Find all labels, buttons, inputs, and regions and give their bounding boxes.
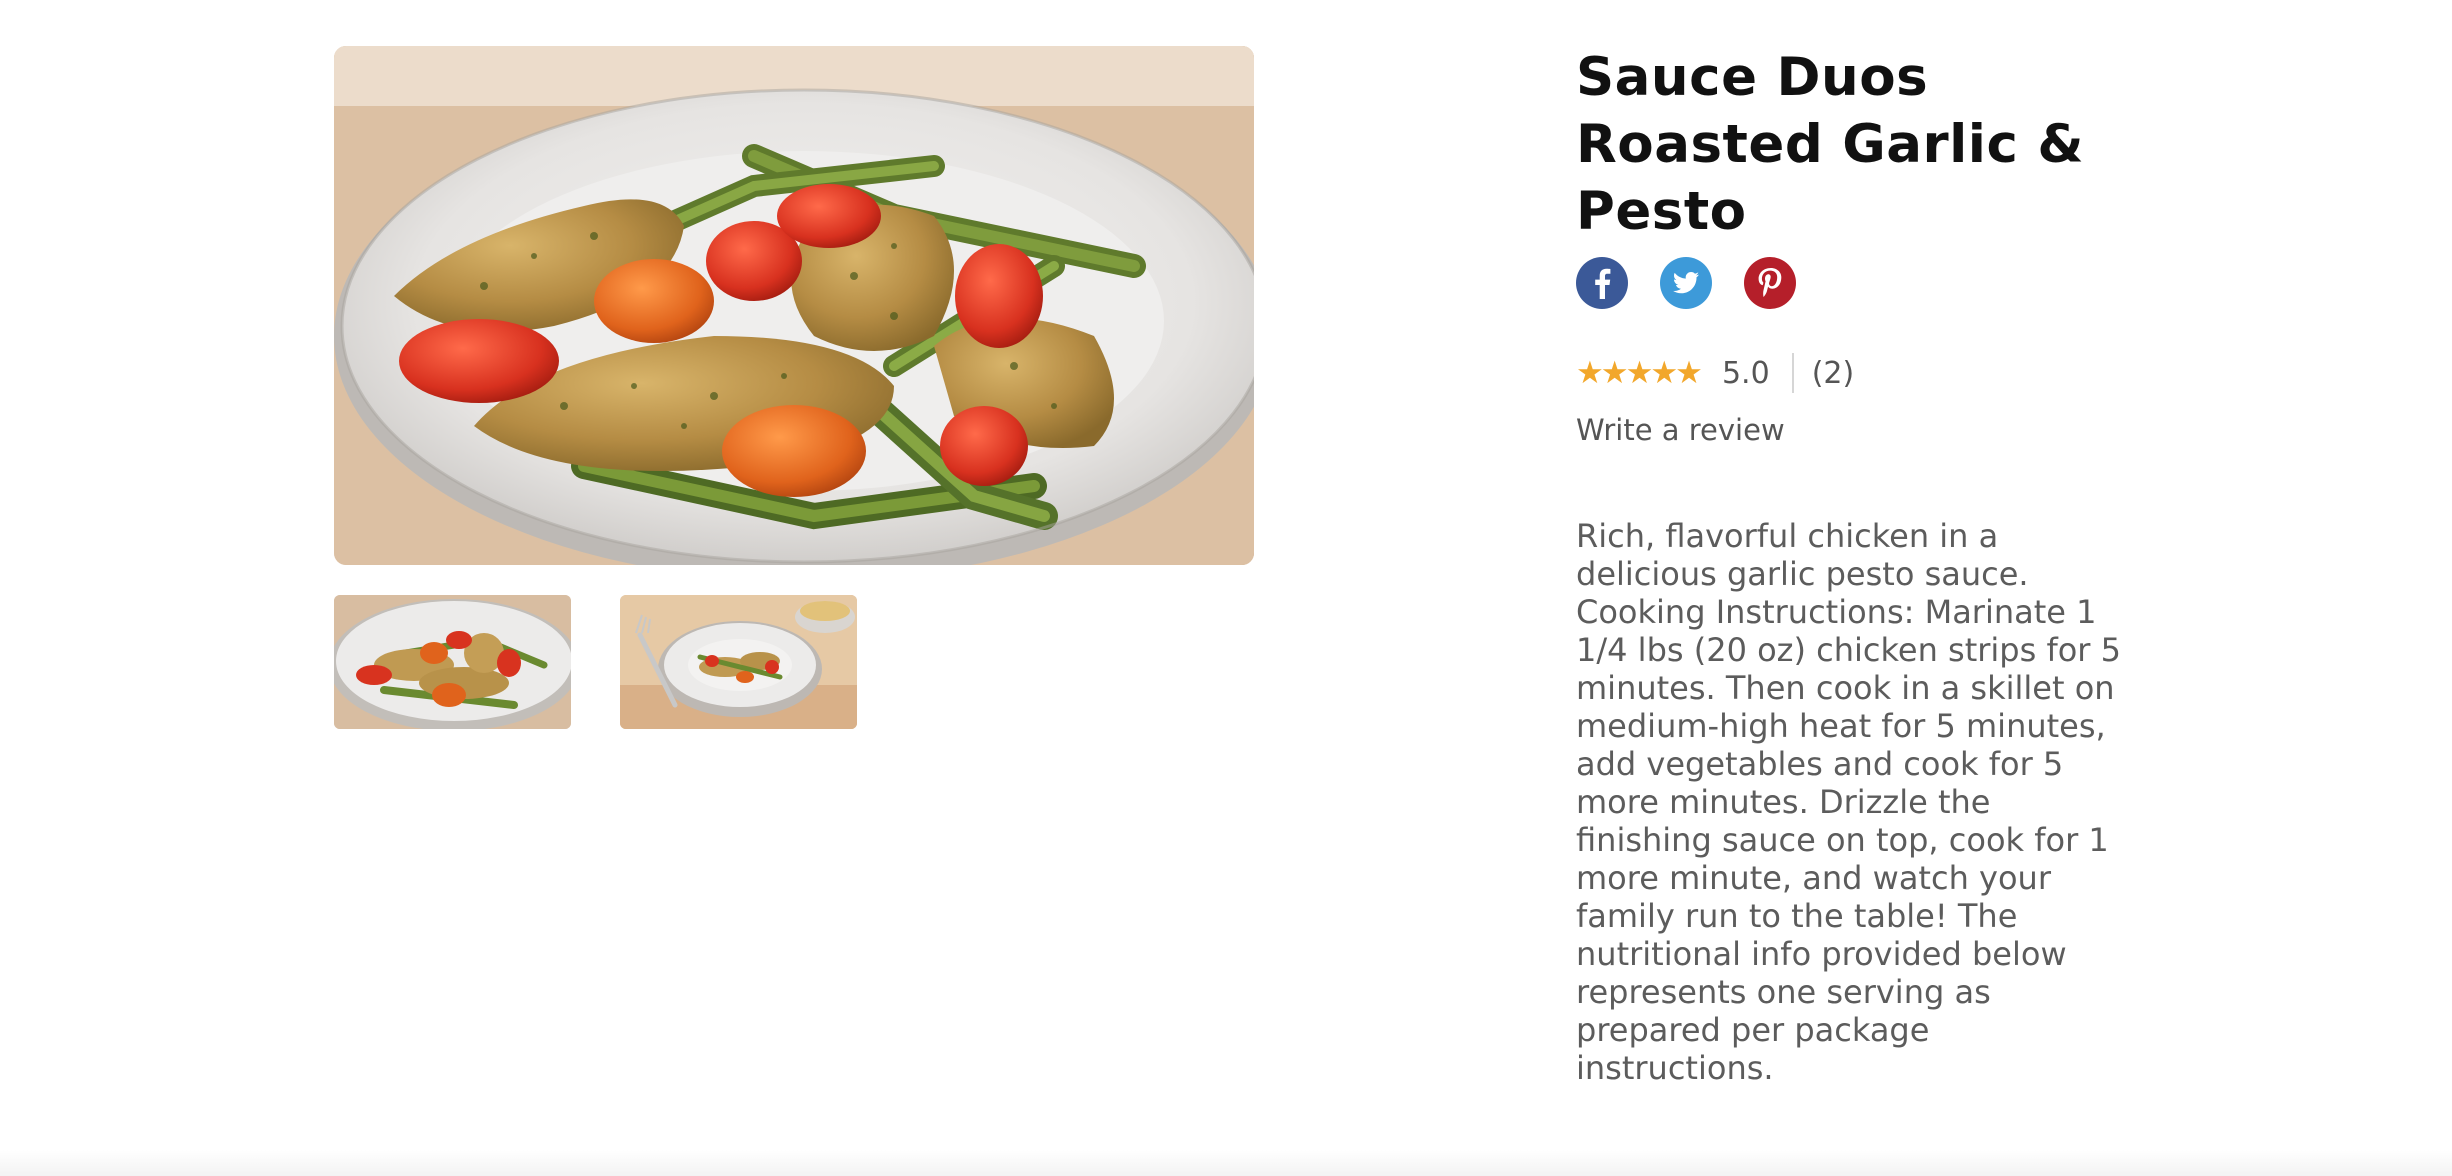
thumbnail-1[interactable]: [334, 595, 571, 729]
review-count[interactable]: (2): [1812, 356, 1855, 391]
rating-value: 5.0: [1721, 355, 1770, 391]
twitter-share-button[interactable]: [1660, 257, 1712, 309]
thumbnail-strip: [334, 595, 1254, 731]
pinterest-icon: [1758, 268, 1782, 297]
thumbnail-2-image: [620, 595, 857, 729]
thumbnail-1-image: [334, 595, 571, 729]
facebook-icon: [1595, 268, 1611, 299]
pinterest-share-button[interactable]: [1744, 257, 1796, 309]
main-product-image: [334, 46, 1254, 565]
product-title: Sauce Duos Roasted Garlic & Pesto: [1576, 47, 2085, 242]
rating-summary: ★★★★★ 5.0 (2): [1576, 351, 2136, 395]
facebook-share-button[interactable]: [1576, 257, 1628, 309]
twitter-icon: [1673, 272, 1699, 294]
dish-illustration: [334, 46, 1254, 565]
product-gallery: [334, 46, 1254, 729]
thumbnail-2[interactable]: [620, 595, 857, 729]
page-bottom-fade: [0, 1150, 2452, 1176]
rating-divider: [1791, 353, 1794, 393]
product-description: Rich, flavorful chicken in a delicious g…: [1576, 517, 2121, 1087]
share-buttons: [1576, 257, 2136, 313]
write-review-link[interactable]: Write a review: [1576, 413, 1785, 447]
product-page: Sauce Duos Roasted Garlic & Pesto ★★★★★ …: [0, 0, 2452, 1176]
product-info: Sauce Duos Roasted Garlic & Pesto ★★★★★ …: [1576, 44, 2136, 1087]
star-rating: ★★★★★: [1576, 355, 1703, 391]
